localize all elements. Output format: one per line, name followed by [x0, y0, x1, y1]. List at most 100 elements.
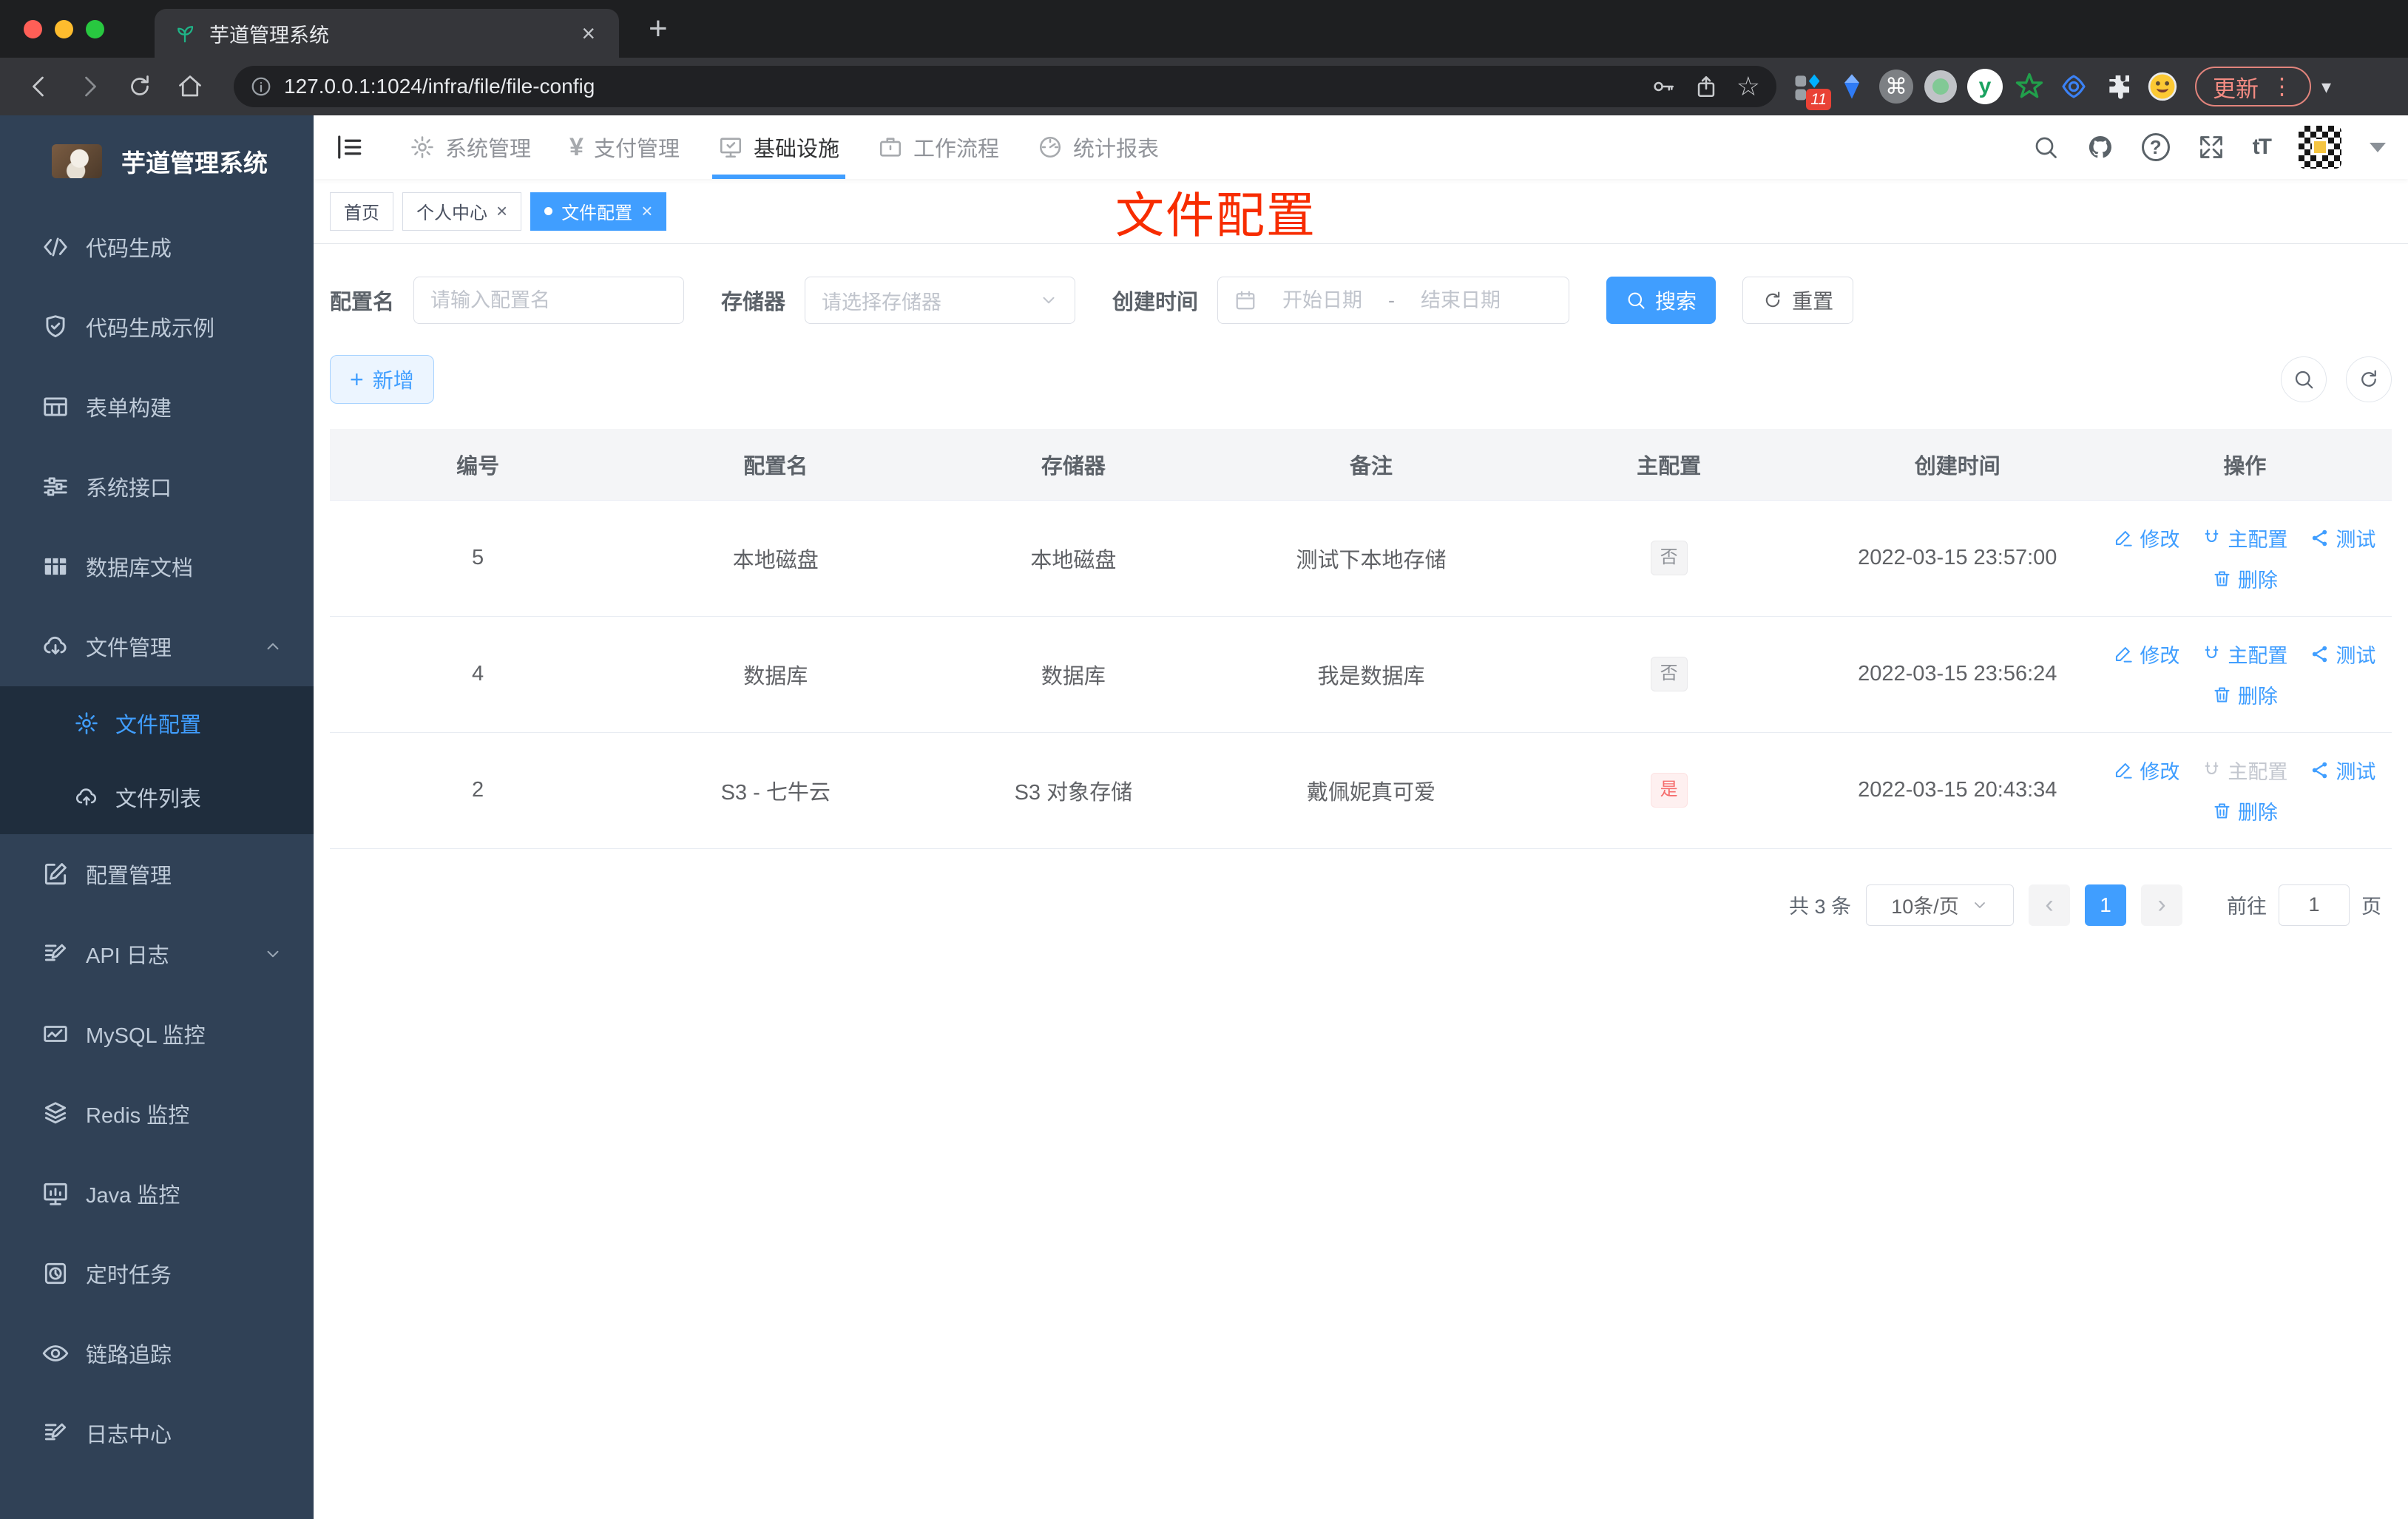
sidebar: 芋道管理系统 代码生成 代码生成示例 表单构建 系统接口 数据库文档 文件管理: [0, 115, 314, 1519]
goto-page-input[interactable]: [2279, 884, 2350, 926]
sidebar-item-file-management[interactable]: 文件管理: [0, 606, 314, 686]
master-config-link[interactable]: 主配置: [2202, 524, 2287, 552]
github-icon[interactable]: [2087, 134, 2114, 160]
prev-page-button[interactable]: ‹: [2029, 884, 2070, 926]
url-bar[interactable]: 127.0.0.1:1024/infra/file/file-config ☆: [234, 66, 1776, 107]
browser-tab[interactable]: 芋道管理系统 ×: [155, 9, 619, 58]
tag-file-config[interactable]: 文件配置 ×: [530, 192, 667, 231]
create-time-label: 创建时间: [1112, 291, 1199, 314]
sidebar-item-file-list[interactable]: 文件列表: [0, 760, 314, 834]
fullscreen-icon[interactable]: [2198, 134, 2225, 160]
window-close-button[interactable]: [24, 19, 42, 38]
show-search-button[interactable]: [2281, 356, 2327, 402]
extension-tabs-icon[interactable]: 11: [1787, 66, 1831, 110]
tab-close-icon[interactable]: ×: [577, 20, 600, 47]
sidebar-item-db-doc[interactable]: 数据库文档: [0, 527, 314, 606]
edit-link[interactable]: 修改: [2114, 524, 2179, 552]
reload-icon[interactable]: [120, 67, 160, 106]
magnet-icon: [2205, 529, 2219, 542]
current-page-button[interactable]: 1: [2085, 884, 2126, 926]
extension-y-icon[interactable]: y: [1964, 66, 2006, 107]
url-text[interactable]: 127.0.0.1:1024/infra/file/file-config: [284, 75, 1633, 98]
password-key-icon[interactable]: [1651, 74, 1676, 99]
browser-menu-dots-icon[interactable]: ⋮: [2270, 73, 2293, 100]
date-range-picker[interactable]: -: [1217, 277, 1570, 324]
config-name-input[interactable]: [430, 288, 668, 312]
search-icon[interactable]: [2032, 134, 2059, 160]
sidebar-logo[interactable]: 芋道管理系统: [0, 115, 314, 207]
page-unit-label: 页: [2361, 896, 2381, 918]
tab-payment-management[interactable]: ¥ 支付管理: [550, 115, 699, 179]
home-icon[interactable]: [170, 67, 210, 106]
tags-view: 首页 个人中心 × 文件配置 ×: [314, 179, 2408, 244]
reset-button[interactable]: 重置: [1742, 277, 1854, 324]
close-icon[interactable]: ×: [496, 200, 507, 223]
sidebar-item-config-management[interactable]: 配置管理: [0, 834, 314, 914]
sidebar-item-java-monitor[interactable]: Java 监控: [0, 1154, 314, 1234]
row-actions: 修改 主配置 测试 删除: [2098, 640, 2392, 709]
sidebar-item-tracing[interactable]: 链路追踪: [0, 1313, 314, 1393]
bookmark-star-icon[interactable]: ☆: [1736, 73, 1760, 100]
extension-command-icon[interactable]: ⌘: [1876, 66, 1917, 107]
tab-infrastructure[interactable]: 基础设施: [699, 115, 859, 179]
timer-icon: [44, 1262, 67, 1285]
sidebar-item-scheduled-tasks[interactable]: 定时任务: [0, 1234, 314, 1313]
avatar[interactable]: [2299, 126, 2341, 169]
toolbar-caret-icon[interactable]: ▾: [2321, 75, 2331, 98]
font-size-icon[interactable]: tT: [2253, 135, 2272, 160]
delete-link[interactable]: 删除: [2212, 796, 2278, 825]
sidebar-item-code-gen[interactable]: 代码生成: [0, 207, 314, 287]
start-date-input[interactable]: [1267, 288, 1379, 312]
sidebar-item-system-api[interactable]: 系统接口: [0, 447, 314, 527]
sidebar-item-form-builder[interactable]: 表单构建: [0, 367, 314, 447]
site-info-icon[interactable]: [250, 75, 272, 98]
add-button[interactable]: + 新增: [330, 355, 434, 404]
share-icon[interactable]: [1694, 74, 1719, 99]
tab-statistics-report[interactable]: 统计报表: [1018, 115, 1178, 179]
sidebar-item-redis-monitor[interactable]: Redis 监控: [0, 1074, 314, 1154]
extension-emoji-icon[interactable]: [2142, 66, 2183, 107]
delete-link[interactable]: 删除: [2212, 564, 2278, 593]
sidebar-item-mysql-monitor[interactable]: MySQL 监控: [0, 994, 314, 1074]
sidebar-item-file-config[interactable]: 文件配置: [0, 686, 314, 760]
edit-link[interactable]: 修改: [2114, 640, 2179, 669]
filter-bar: 配置名 存储器 请选择存储器 创建时间 - 搜索: [330, 277, 2392, 324]
master-tag: 是: [1650, 773, 1688, 808]
tab-system-management[interactable]: 系统管理: [390, 115, 550, 179]
sidebar-item-code-gen-example[interactable]: 代码生成示例: [0, 287, 314, 367]
sidebar-collapse-icon[interactable]: [333, 132, 364, 163]
next-page-button[interactable]: ›: [2141, 884, 2182, 926]
master-config-link[interactable]: 主配置: [2202, 640, 2287, 669]
end-date-input[interactable]: [1405, 288, 1517, 312]
forward-icon[interactable]: [70, 67, 109, 106]
edit-link[interactable]: 修改: [2114, 756, 2179, 785]
help-icon[interactable]: ?: [2141, 133, 2170, 161]
sidebar-item-api-log[interactable]: API 日志: [0, 914, 314, 994]
extension-green-star-icon[interactable]: [2009, 66, 2050, 107]
extensions-puzzle-icon[interactable]: [2097, 66, 2139, 107]
test-link[interactable]: 测试: [2310, 640, 2375, 669]
extension-gray-dot-icon[interactable]: [1920, 66, 1961, 107]
sidebar-submenu-file: 文件配置 文件列表: [0, 686, 314, 834]
storage-select[interactable]: 请选择存储器: [805, 277, 1076, 324]
test-link[interactable]: 测试: [2310, 756, 2375, 785]
refresh-table-button[interactable]: [2346, 356, 2392, 402]
delete-link[interactable]: 删除: [2212, 680, 2278, 709]
close-icon[interactable]: ×: [641, 200, 652, 223]
test-link[interactable]: 测试: [2310, 524, 2375, 552]
search-button[interactable]: 搜索: [1606, 277, 1717, 324]
window-zoom-button[interactable]: [86, 19, 104, 38]
browser-update-button[interactable]: 更新 ⋮: [2195, 67, 2311, 106]
header-create-time: 创建时间: [1816, 429, 2098, 501]
new-tab-button[interactable]: +: [641, 10, 675, 47]
sidebar-item-log-center[interactable]: 日志中心: [0, 1393, 314, 1473]
page-size-select[interactable]: 10条/页: [1866, 884, 2014, 926]
tag-profile[interactable]: 个人中心 ×: [402, 192, 522, 231]
tag-home[interactable]: 首页: [330, 192, 393, 231]
extension-gem-icon[interactable]: [1831, 66, 1873, 107]
window-minimize-button[interactable]: [55, 19, 73, 38]
tab-workflow[interactable]: 工作流程: [859, 115, 1018, 179]
extension-blue-eye-icon[interactable]: [2053, 66, 2094, 107]
back-icon[interactable]: [19, 67, 59, 106]
avatar-caret-icon[interactable]: [2370, 142, 2386, 152]
